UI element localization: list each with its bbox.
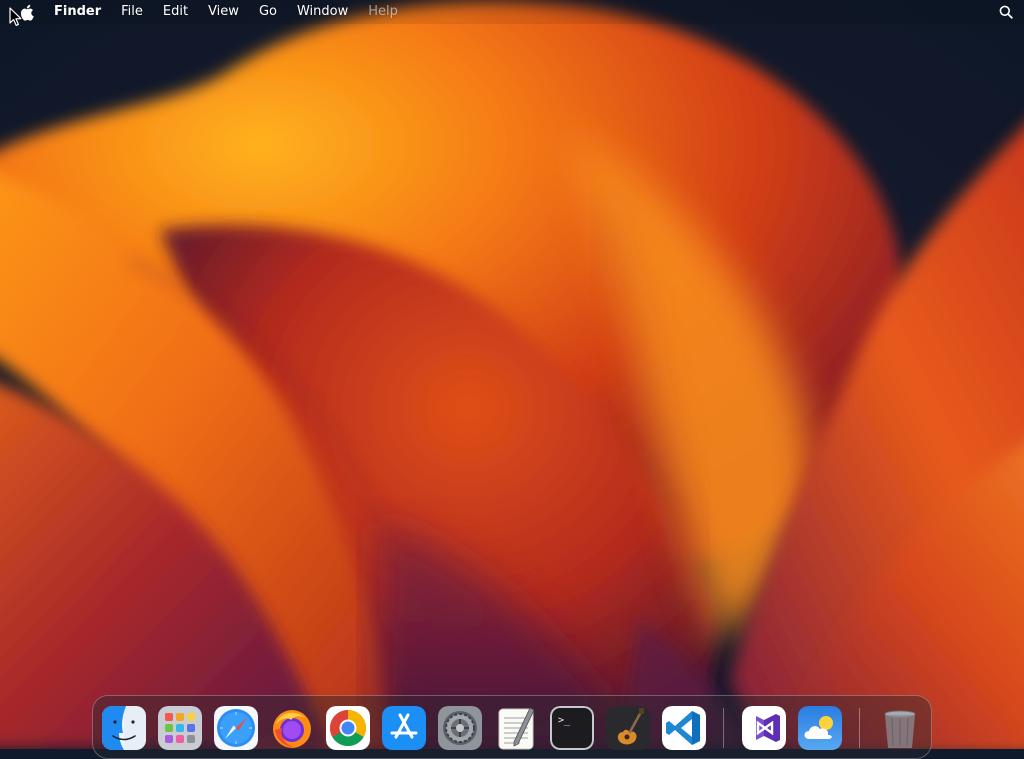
dock-item-vscode[interactable] xyxy=(662,706,706,750)
menu-bar: Finder File Edit View Go Window Help xyxy=(0,0,1024,24)
menu-view[interactable]: View xyxy=(198,0,249,24)
dock-item-safari[interactable] xyxy=(214,706,258,750)
app-store-icon xyxy=(382,706,426,750)
spotlight-search-icon[interactable] xyxy=(994,0,1018,24)
menu-help[interactable]: Help xyxy=(358,0,408,24)
dock-item-firefox[interactable] xyxy=(270,706,314,750)
dock-separator xyxy=(723,708,724,748)
dock-item-launchpad[interactable] xyxy=(158,706,202,750)
trash-icon xyxy=(884,710,916,748)
dock-item-weather[interactable] xyxy=(798,706,842,750)
vscode-icon xyxy=(662,706,706,750)
dock-item-terminal[interactable]: >_ xyxy=(550,706,594,750)
weather-icon xyxy=(798,706,842,750)
dock-item-system-settings[interactable] xyxy=(438,706,482,750)
menu-file[interactable]: File xyxy=(111,0,153,24)
menu-window[interactable]: Window xyxy=(287,0,358,24)
system-settings-icon xyxy=(438,706,482,750)
menu-go[interactable]: Go xyxy=(249,0,287,24)
mouse-pointer-icon xyxy=(9,7,22,26)
dock-item-app-store[interactable] xyxy=(382,706,426,750)
visual-studio-icon xyxy=(742,706,786,750)
finder-icon xyxy=(102,706,146,750)
dock: >_ xyxy=(92,695,932,759)
dock-item-textedit[interactable] xyxy=(494,706,538,750)
dock-item-chrome[interactable] xyxy=(326,706,370,750)
desktop-wallpaper xyxy=(0,0,1024,749)
terminal-icon: >_ xyxy=(550,706,594,750)
menu-edit[interactable]: Edit xyxy=(153,0,198,24)
safari-icon xyxy=(214,706,258,750)
dock-separator xyxy=(859,708,860,748)
menu-app-name[interactable]: Finder xyxy=(46,0,111,24)
dock-item-finder[interactable] xyxy=(102,706,146,750)
dock-item-trash[interactable] xyxy=(878,706,922,750)
textedit-icon xyxy=(498,707,535,750)
terminal-prompt: >_ xyxy=(558,715,571,726)
dock-item-visual-studio[interactable] xyxy=(742,706,786,750)
chrome-icon xyxy=(326,706,370,750)
dock-item-garageband[interactable] xyxy=(606,706,650,750)
garageband-icon xyxy=(606,706,650,750)
launchpad-icon xyxy=(158,706,202,750)
firefox-icon xyxy=(273,710,311,748)
